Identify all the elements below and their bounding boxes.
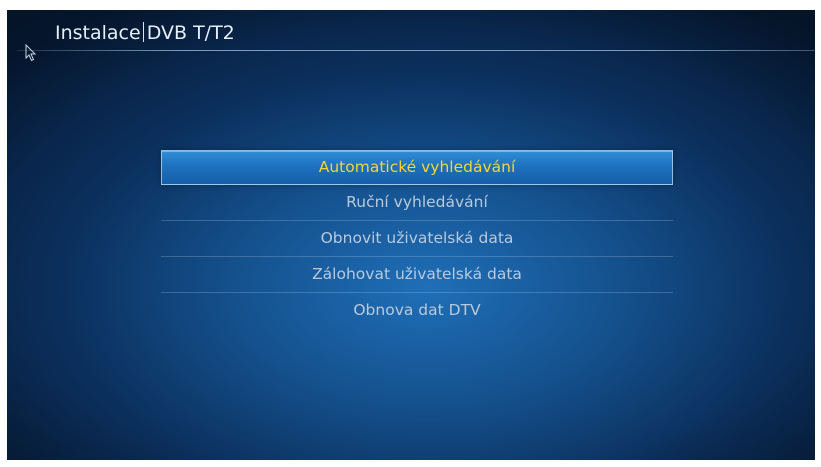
menu-item-auto-search[interactable]: Automatické vyhledávání bbox=[161, 150, 673, 185]
title-subsection: DVB T/T2 bbox=[146, 22, 235, 44]
install-menu: Automatické vyhledávání Ruční vyhledáván… bbox=[161, 150, 673, 328]
header-divider bbox=[17, 50, 815, 51]
menu-item-backup-user-data[interactable]: Zálohovat uživatelská data bbox=[161, 257, 673, 293]
tv-screen: Instalace DVB T/T2 Automatické vyhledáván… bbox=[7, 10, 815, 460]
page-title: Instalace DVB T/T2 bbox=[55, 22, 235, 44]
menu-item-manual-search[interactable]: Ruční vyhledávání bbox=[161, 185, 673, 221]
menu-item-dtv-data-restore[interactable]: Obnova dat DTV bbox=[161, 293, 673, 328]
title-section: Instalace bbox=[55, 22, 141, 44]
title-separator bbox=[142, 22, 144, 42]
mouse-pointer-icon bbox=[25, 44, 37, 62]
header-bar: Instalace DVB T/T2 bbox=[7, 10, 815, 51]
menu-item-restore-user-data[interactable]: Obnovit uživatelská data bbox=[161, 221, 673, 257]
